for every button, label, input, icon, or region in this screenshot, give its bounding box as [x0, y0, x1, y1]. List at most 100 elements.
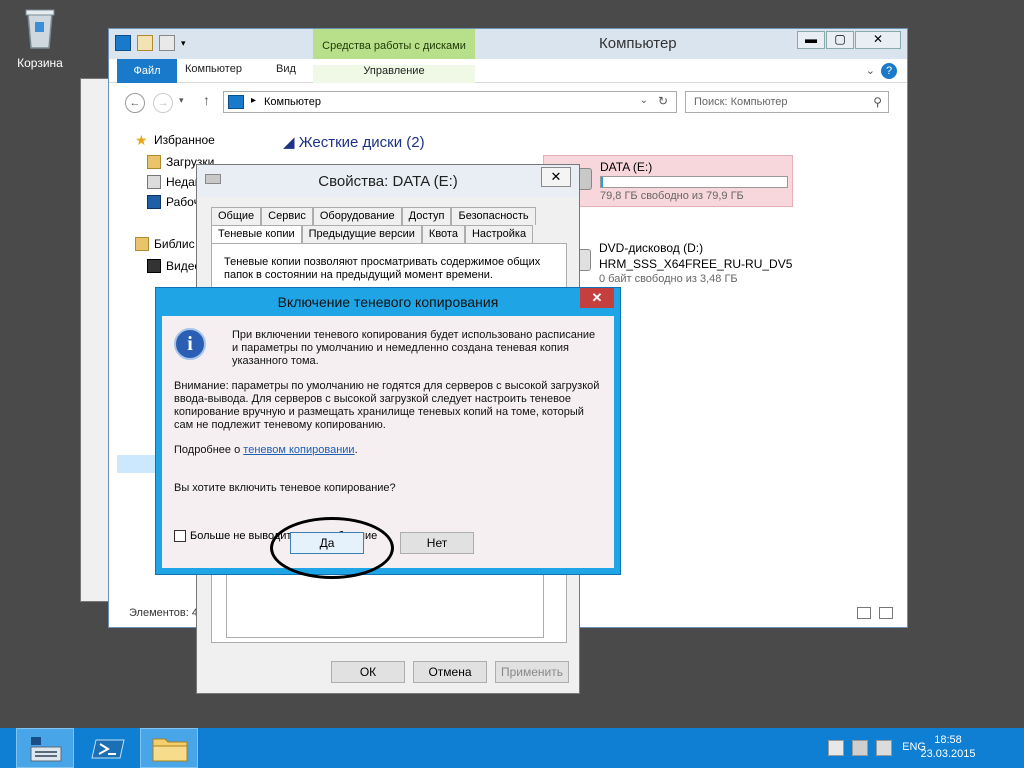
help-icon[interactable]: ?: [881, 63, 897, 79]
no-button[interactable]: Нет: [400, 532, 474, 554]
address-dropdown-icon[interactable]: ⌄: [640, 95, 648, 106]
dialog-body: i При включении теневого копирования буд…: [162, 316, 614, 568]
tab-general[interactable]: Общие: [211, 207, 262, 225]
properties-buttons: ОК Отмена Применить: [331, 661, 569, 683]
ok-button[interactable]: ОК: [331, 661, 405, 683]
properties-tabs: Общие Сервис Оборудование Доступ Безопас…: [211, 207, 567, 243]
powershell-icon: [91, 739, 125, 759]
shadow-copies-list[interactable]: [226, 568, 544, 638]
checkbox-box[interactable]: [174, 530, 186, 542]
properties-titlebar[interactable]: Свойства: DATA (E:) ✕: [197, 165, 579, 197]
search-input[interactable]: Поиск: Компьютер ⚲: [685, 91, 889, 113]
tab-security[interactable]: Безопасность: [451, 207, 536, 225]
apply-button[interactable]: Применить: [495, 661, 569, 683]
nav-recent[interactable]: Недав: [147, 175, 201, 189]
view-switcher: [857, 607, 893, 619]
nav-libraries[interactable]: Библис: [135, 237, 195, 251]
details-view-icon[interactable]: [857, 607, 871, 619]
dialog-titlebar[interactable]: Включение теневого копирования ✕: [156, 288, 620, 316]
file-explorer-button[interactable]: [140, 728, 198, 768]
recent-locations-icon[interactable]: ▾: [179, 95, 184, 106]
tab-sharing[interactable]: Доступ: [401, 207, 452, 225]
tab-hardware[interactable]: Оборудование: [312, 207, 402, 225]
contextual-tab-group: Средства работы с дисками: [313, 29, 475, 59]
properties-icon[interactable]: [137, 35, 153, 51]
computer-icon: [228, 95, 244, 109]
close-button[interactable]: ✕: [855, 31, 901, 49]
minimize-button[interactable]: ▬: [797, 31, 825, 49]
taskbar: ENG 18:58 23.03.2015: [0, 728, 1024, 768]
back-button[interactable]: ←: [125, 93, 145, 113]
status-items-count: Элементов: 4: [129, 607, 198, 619]
breadcrumb-chevron-icon[interactable]: ▸: [251, 95, 256, 106]
explorer-titlebar[interactable]: ▾ Средства работы с дисками Компьютер ▬ …: [109, 29, 907, 59]
shadow-copies-intro: Теневые копии позволяют просматривать со…: [224, 256, 541, 281]
powershell-button[interactable]: [80, 728, 138, 768]
clock-date: 23.03.2015: [920, 748, 976, 760]
breadcrumb[interactable]: Компьютер: [264, 96, 321, 108]
dialog-more-info: Подробнее о теневом копировании.: [174, 444, 358, 456]
nav-desktop[interactable]: Рабоч: [147, 195, 200, 209]
up-button[interactable]: ↑: [203, 92, 210, 108]
nav-favorites[interactable]: ★ Избранное: [135, 133, 215, 147]
refresh-icon[interactable]: ↻: [658, 94, 668, 108]
dialog-question: Вы хотите включить теневое копирование?: [174, 482, 396, 494]
drive-usage-bar: [600, 176, 788, 188]
folder-icon: [152, 738, 188, 762]
clock[interactable]: 18:58 23.03.2015: [918, 733, 978, 761]
background-window[interactable]: [80, 78, 110, 602]
caption-buttons: ▬ ▢ ✕: [796, 31, 901, 49]
search-placeholder: Поиск: Компьютер: [694, 96, 788, 108]
cancel-button[interactable]: Отмена: [413, 661, 487, 683]
address-bar-row: ← → ▾ ↑ ▸ Компьютер ⌄ ↻ Поиск: Компьютер…: [109, 85, 907, 117]
videos-icon: [147, 259, 161, 273]
nav-videos[interactable]: Видео: [147, 259, 201, 273]
dialog-close-button[interactable]: ✕: [580, 288, 614, 308]
maximize-button[interactable]: ▢: [826, 31, 854, 49]
tab-manage[interactable]: Управление: [313, 65, 475, 83]
recycle-bin-desktop-icon[interactable]: Корзина: [10, 6, 70, 70]
tab-previous-versions[interactable]: Предыдущие версии: [301, 225, 422, 243]
libraries-icon: [135, 237, 149, 251]
tab-computer[interactable]: Компьютер: [185, 63, 242, 75]
tab-quota[interactable]: Квота: [421, 225, 465, 243]
search-icon[interactable]: ⚲: [873, 95, 882, 109]
tab-file[interactable]: Файл: [117, 59, 177, 83]
address-bar[interactable]: ▸ Компьютер ⌄ ↻: [223, 91, 677, 113]
volume-icon[interactable]: [876, 740, 892, 756]
recent-places-icon: [147, 175, 161, 189]
dialog-paragraph-1: При включении теневого копирования будет…: [232, 329, 596, 367]
desktop-icon: [147, 195, 161, 209]
ribbon-expand-icon[interactable]: ⌄: [866, 64, 875, 77]
server-manager-button[interactable]: [16, 728, 74, 768]
new-folder-icon[interactable]: [159, 35, 175, 51]
properties-close-button[interactable]: ✕: [541, 167, 571, 187]
tab-customize[interactable]: Настройка: [464, 225, 534, 243]
downloads-folder-icon: [147, 155, 161, 169]
star-icon: ★: [135, 132, 148, 148]
chevron-down-icon[interactable]: ▾: [181, 35, 197, 51]
network-icon[interactable]: [852, 740, 868, 756]
server-manager-icon: [30, 737, 62, 762]
tiles-view-icon[interactable]: [879, 607, 893, 619]
tab-shadow-copies[interactable]: Теневые копии: [211, 225, 302, 243]
highlight-circle: [270, 517, 394, 579]
recycle-bin-icon: [22, 6, 58, 50]
shadow-copy-help-link[interactable]: теневом копировании: [243, 444, 354, 456]
tab-view[interactable]: Вид: [276, 63, 296, 75]
properties-title: Свойства: DATA (E:): [318, 173, 458, 190]
hard-disks-group-header[interactable]: ◢ Жесткие диски (2): [283, 133, 425, 151]
info-icon: i: [174, 328, 206, 360]
clock-time: 18:58: [934, 734, 962, 746]
computer-icon[interactable]: [115, 35, 131, 51]
ribbon-tabs: Файл Компьютер Вид Управление ⌄ ?: [109, 59, 907, 83]
dialog-title: Включение теневого копирования: [277, 294, 499, 310]
tab-tools[interactable]: Сервис: [261, 207, 313, 225]
drive-dvd-d[interactable]: DVD-дисковод (D:) HRM_SSS_X64FREE_RU-RU_…: [543, 237, 793, 289]
drive-data-e[interactable]: DATA (E:) 79,8 ГБ свободно из 79,9 ГБ: [543, 155, 793, 207]
action-center-icon[interactable]: [828, 740, 844, 756]
recycle-bin-label: Корзина: [17, 56, 63, 70]
dialog-warning: Внимание: параметры по умолчанию не годя…: [174, 380, 600, 431]
forward-button[interactable]: →: [153, 93, 173, 113]
explorer-title: Компьютер: [599, 35, 677, 52]
